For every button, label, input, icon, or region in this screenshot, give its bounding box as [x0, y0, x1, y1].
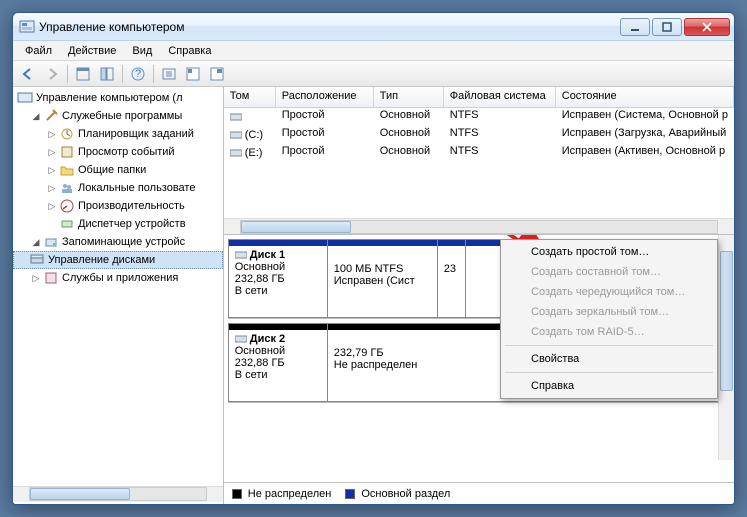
drive-icon	[230, 148, 242, 158]
volume-row[interactable]: (E:) Простой Основной NTFS Исправен (Акт…	[224, 144, 734, 162]
content-area: Управление компьютером (л ◢ Служебные пр…	[13, 87, 734, 504]
details-button[interactable]	[206, 63, 228, 85]
legend-unalloc-swatch	[232, 489, 242, 499]
tree-scheduler[interactable]: ▷ Планировщик заданий	[13, 125, 223, 143]
refresh-button[interactable]	[158, 63, 180, 85]
context-menu: Создать простой том… Создать составной т…	[500, 239, 718, 399]
expand-icon[interactable]: ▷	[47, 183, 57, 193]
disk-2-label[interactable]: Диск 2 Основной 232,88 ГБ В сети	[228, 323, 328, 402]
collapse-icon[interactable]: ◢	[31, 237, 41, 247]
tree-diskmgmt[interactable]: Управление дисками	[13, 251, 223, 269]
tree-perf[interactable]: ▷ Производительность	[13, 197, 223, 215]
back-button[interactable]	[17, 63, 39, 85]
device-icon	[59, 216, 75, 232]
disk-icon	[29, 252, 45, 268]
expand-icon[interactable]: ▷	[47, 165, 57, 175]
tree-root[interactable]: Управление компьютером (л	[13, 89, 223, 107]
show-hide-button[interactable]	[96, 63, 118, 85]
tree-shared[interactable]: ▷ Общие папки	[13, 161, 223, 179]
legend: Не распределен Основной раздел	[224, 482, 734, 504]
menu-action[interactable]: Действие	[60, 43, 124, 59]
col-type[interactable]: Тип	[374, 87, 444, 107]
volume-row[interactable]: Простой Основной NTFS Исправен (Система,…	[224, 108, 734, 126]
view-button[interactable]	[72, 63, 94, 85]
drive-icon	[230, 112, 242, 122]
grid-header: Том Расположение Тип Файловая система Со…	[224, 87, 734, 108]
titlebar[interactable]: Управление компьютером	[13, 13, 734, 41]
tools-icon	[43, 108, 59, 124]
col-vol[interactable]: Том	[224, 87, 276, 107]
disk-1-label[interactable]: Диск 1 Основной 232,88 ГБ В сети	[228, 239, 328, 318]
clock-icon	[59, 126, 75, 142]
window: Управление компьютером Файл Действие Вид…	[12, 12, 735, 505]
col-status[interactable]: Состояние	[556, 87, 734, 107]
expand-icon[interactable]: ▷	[47, 147, 57, 157]
volume-row[interactable]: (C:) Простой Основной NTFS Исправен (Заг…	[224, 126, 734, 144]
col-fs[interactable]: Файловая система	[444, 87, 556, 107]
ctx-create-striped: Создать чередующийся том…	[503, 282, 715, 302]
tree-services-apps[interactable]: ▷ Службы и приложения	[13, 269, 223, 287]
tree-devmgr[interactable]: Диспетчер устройств	[13, 215, 223, 233]
forward-button[interactable]	[41, 63, 63, 85]
collapse-icon[interactable]: ◢	[31, 111, 41, 121]
expand-icon[interactable]: ▷	[47, 129, 57, 139]
tree-localusers[interactable]: ▷ Локальные пользовате	[13, 179, 223, 197]
perf-icon	[59, 198, 75, 214]
legend-primary-swatch	[345, 489, 355, 499]
ctx-create-spanned: Создать составной том…	[503, 262, 715, 282]
maximize-button[interactable]	[652, 18, 682, 36]
ctx-create-mirror: Создать зеркальный том…	[503, 302, 715, 322]
svg-text:?: ?	[135, 68, 141, 80]
close-button[interactable]	[684, 18, 730, 36]
expand-icon[interactable]: ▷	[47, 201, 57, 211]
menu-view[interactable]: Вид	[124, 43, 160, 59]
disk-icon	[235, 250, 247, 260]
computer-icon	[17, 90, 33, 106]
legend-unalloc-label: Не распределен	[248, 488, 332, 500]
ctx-create-simple[interactable]: Создать простой том…	[503, 242, 715, 262]
grid-hscrollbar[interactable]	[224, 218, 734, 234]
legend-primary-label: Основной раздел	[361, 488, 450, 500]
minimize-button[interactable]	[620, 18, 650, 36]
app-icon	[19, 19, 35, 35]
tree-pane: Управление компьютером (л ◢ Служебные пр…	[13, 87, 224, 504]
col-layout[interactable]: Расположение	[276, 87, 374, 107]
volume-list: Том Расположение Тип Файловая система Со…	[224, 87, 734, 235]
ctx-properties[interactable]: Свойства	[503, 349, 715, 369]
toolbar: ?	[13, 61, 734, 87]
tree-eventviewer[interactable]: ▷ Просмотр событий	[13, 143, 223, 161]
right-pane: Том Расположение Тип Файловая система Со…	[224, 87, 734, 504]
services-icon	[43, 270, 59, 286]
folder-icon	[59, 162, 75, 178]
disk-vscrollbar[interactable]	[718, 235, 734, 460]
menubar: Файл Действие Вид Справка	[13, 41, 734, 61]
tree-storage-group[interactable]: ◢ Запоминающие устройс	[13, 233, 223, 251]
storage-icon	[43, 234, 59, 250]
disk-layout-pane: Диск 1 Основной 232,88 ГБ В сети 100 МБ …	[224, 235, 734, 482]
list-button[interactable]	[182, 63, 204, 85]
help-button[interactable]: ?	[127, 63, 149, 85]
drive-icon	[230, 130, 242, 140]
users-icon	[59, 180, 75, 196]
event-icon	[59, 144, 75, 160]
window-title: Управление компьютером	[39, 20, 618, 34]
tree-services-group[interactable]: ◢ Служебные программы	[13, 107, 223, 125]
tree-hscrollbar[interactable]	[13, 486, 223, 502]
expand-icon[interactable]: ▷	[31, 273, 41, 283]
menu-help[interactable]: Справка	[160, 43, 219, 59]
ctx-help[interactable]: Справка	[503, 376, 715, 396]
disk-icon	[235, 334, 247, 344]
menu-file[interactable]: Файл	[17, 43, 60, 59]
ctx-create-raid5: Создать том RAID-5…	[503, 322, 715, 342]
